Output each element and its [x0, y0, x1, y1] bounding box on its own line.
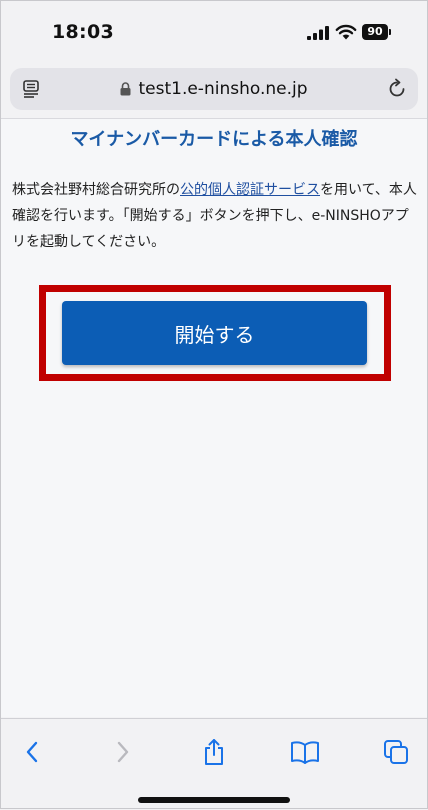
description-prefix: 株式会社野村総合研究所の	[12, 182, 180, 198]
battery-level: 90	[362, 24, 388, 40]
web-content: マイナンバーカードによる本人確認 株式会社野村総合研究所の公的個人認証サービスを…	[0, 119, 428, 717]
jpki-service-link[interactable]: 公的個人認証サービス	[180, 182, 320, 198]
start-button[interactable]: 開始する	[62, 301, 367, 365]
tabs-icon[interactable]	[381, 737, 411, 767]
url-text[interactable]: test1.e-ninsho.ne.jp	[138, 79, 307, 99]
lock-icon	[120, 82, 131, 96]
address-bar[interactable]: test1.e-ninsho.ne.jp	[10, 68, 418, 110]
battery-icon: 90	[362, 24, 392, 40]
share-icon[interactable]	[199, 737, 229, 767]
cellular-signal-icon	[307, 26, 329, 40]
back-icon[interactable]	[17, 737, 47, 767]
status-bar: 18:03 90	[0, 0, 428, 62]
bottom-toolbar	[0, 718, 428, 810]
bookmarks-icon[interactable]	[290, 737, 320, 767]
page-title: マイナンバーカードによる本人確認	[70, 129, 358, 150]
forward-icon[interactable]	[108, 737, 138, 767]
wifi-icon	[335, 24, 357, 40]
status-time: 18:03	[52, 21, 114, 43]
description-text: 株式会社野村総合研究所の公的個人認証サービスを用いて、本人確認を行います。「開始…	[12, 177, 420, 255]
home-indicator[interactable]	[138, 797, 290, 803]
reload-icon[interactable]	[386, 78, 408, 100]
